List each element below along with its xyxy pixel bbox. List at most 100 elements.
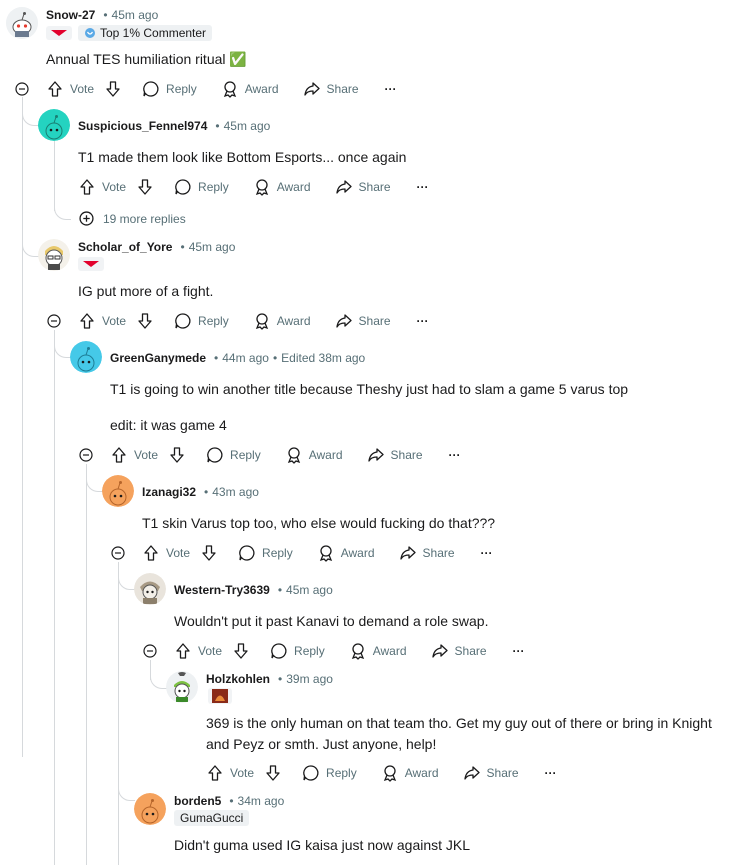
username[interactable]: Western-Try3639: [174, 583, 270, 597]
separator-dot: •: [229, 794, 234, 808]
upvote-button[interactable]: Vote: [174, 642, 222, 660]
more-options-button[interactable]: ···: [417, 314, 429, 328]
share-label: Share: [422, 546, 455, 560]
collapse-thread-button[interactable]: [15, 82, 29, 96]
thread-curve: [54, 205, 71, 220]
award-button[interactable]: Award: [285, 446, 343, 464]
more-options-button[interactable]: ···: [481, 546, 493, 560]
username[interactable]: Scholar_of_Yore: [78, 240, 172, 254]
comment-actions: Vote Reply Award Share ···: [174, 639, 525, 663]
upvote-button[interactable]: Vote: [142, 544, 190, 562]
expand-plus-icon: [79, 211, 94, 226]
comment-actions: Vote Reply Award Share ···: [46, 77, 397, 101]
upvote-icon: [176, 643, 190, 659]
more-options-button[interactable]: ···: [449, 448, 461, 462]
comment-meta: GreenGanymede • 44m ago • Edited 38m ago: [110, 351, 365, 365]
reply-button[interactable]: Reply: [206, 446, 261, 464]
share-button[interactable]: Share: [463, 764, 519, 782]
award-button[interactable]: Award: [253, 178, 311, 196]
upvote-button[interactable]: Vote: [78, 178, 126, 196]
comment-meta: Scholar_of_Yore • 45m ago: [78, 240, 235, 254]
downvote-button[interactable]: [168, 446, 186, 464]
thread-curve: [118, 786, 135, 801]
share-button[interactable]: Share: [335, 312, 391, 330]
separator-dot: •: [214, 351, 219, 365]
award-button[interactable]: Award: [253, 312, 311, 330]
downvote-button[interactable]: [136, 178, 154, 196]
reply-button[interactable]: Reply: [142, 80, 197, 98]
upvote-button[interactable]: Vote: [78, 312, 126, 330]
username[interactable]: borden5: [174, 794, 221, 808]
share-button[interactable]: Share: [303, 80, 359, 98]
downvote-icon: [138, 179, 152, 195]
award-button[interactable]: Award: [381, 764, 439, 782]
t1-flair-icon: [46, 26, 72, 40]
downvote-button[interactable]: [136, 312, 154, 330]
more-options-button[interactable]: ···: [385, 82, 397, 96]
share-icon: [431, 644, 448, 658]
downvote-icon: [170, 447, 184, 463]
avatar[interactable]: [38, 239, 70, 271]
avatar[interactable]: [38, 109, 70, 141]
upvote-icon: [80, 313, 94, 329]
badge-label: Top 1% Commenter: [100, 26, 207, 40]
downvote-icon: [106, 81, 120, 97]
collapse-thread-button[interactable]: [111, 546, 125, 560]
comment-bubble-icon: [175, 313, 191, 329]
timestamp[interactable]: 45m ago: [224, 119, 271, 133]
share-button[interactable]: Share: [431, 642, 487, 660]
separator-dot: •: [103, 8, 108, 22]
upvote-button[interactable]: Vote: [206, 764, 254, 782]
username[interactable]: GreenGanymede: [110, 351, 206, 365]
downvote-button[interactable]: [104, 80, 122, 98]
username[interactable]: Suspicious_Fennel974: [78, 119, 207, 133]
avatar[interactable]: [166, 671, 198, 703]
downvote-button[interactable]: [200, 544, 218, 562]
avatar[interactable]: [70, 341, 102, 373]
timestamp[interactable]: 45m ago: [112, 8, 159, 22]
more-options-button[interactable]: ···: [417, 180, 429, 194]
downvote-button[interactable]: [264, 764, 282, 782]
thread-curve: [54, 343, 71, 358]
timestamp[interactable]: 43m ago: [212, 485, 259, 499]
trophy-icon: [85, 28, 95, 38]
reply-button[interactable]: Reply: [302, 764, 357, 782]
more-options-button[interactable]: ···: [513, 644, 525, 658]
award-button[interactable]: Award: [349, 642, 407, 660]
timestamp[interactable]: 44m ago: [222, 351, 269, 365]
comment-meta: Suspicious_Fennel974 • 45m ago: [78, 119, 270, 133]
upvote-icon: [144, 545, 158, 561]
collapse-thread-button[interactable]: [79, 448, 93, 462]
award-button[interactable]: Award: [221, 80, 279, 98]
share-button[interactable]: Share: [335, 178, 391, 196]
reply-button[interactable]: Reply: [174, 178, 229, 196]
downvote-button[interactable]: [232, 642, 250, 660]
username[interactable]: Izanagi32: [142, 485, 196, 499]
comment-actions: Vote Reply Award Share ···: [142, 541, 493, 565]
collapse-thread-button[interactable]: [143, 644, 157, 658]
reply-button[interactable]: Reply: [174, 312, 229, 330]
avatar[interactable]: [102, 475, 134, 507]
timestamp[interactable]: 45m ago: [189, 240, 236, 254]
username[interactable]: Snow-27: [46, 8, 95, 22]
user-flair: [78, 257, 104, 271]
more-replies-button[interactable]: 19 more replies: [79, 211, 186, 226]
share-button[interactable]: Share: [399, 544, 455, 562]
upvote-button[interactable]: Vote: [46, 80, 94, 98]
timestamp[interactable]: 34m ago: [238, 794, 285, 808]
share-button[interactable]: Share: [367, 446, 423, 464]
avatar[interactable]: [134, 573, 166, 605]
collapse-thread-button[interactable]: [47, 314, 61, 328]
reply-button[interactable]: Reply: [238, 544, 293, 562]
username[interactable]: Holzkohlen: [206, 672, 270, 686]
avatar[interactable]: [134, 793, 166, 825]
award-button[interactable]: Award: [317, 544, 375, 562]
upvote-button[interactable]: Vote: [110, 446, 158, 464]
timestamp[interactable]: 39m ago: [286, 672, 333, 686]
more-options-button[interactable]: ···: [545, 766, 557, 780]
avatar[interactable]: [6, 7, 38, 39]
vote-label: Vote: [102, 314, 127, 328]
timestamp[interactable]: 45m ago: [286, 583, 333, 597]
reply-button[interactable]: Reply: [270, 642, 325, 660]
comment-bubble-icon: [239, 545, 255, 561]
